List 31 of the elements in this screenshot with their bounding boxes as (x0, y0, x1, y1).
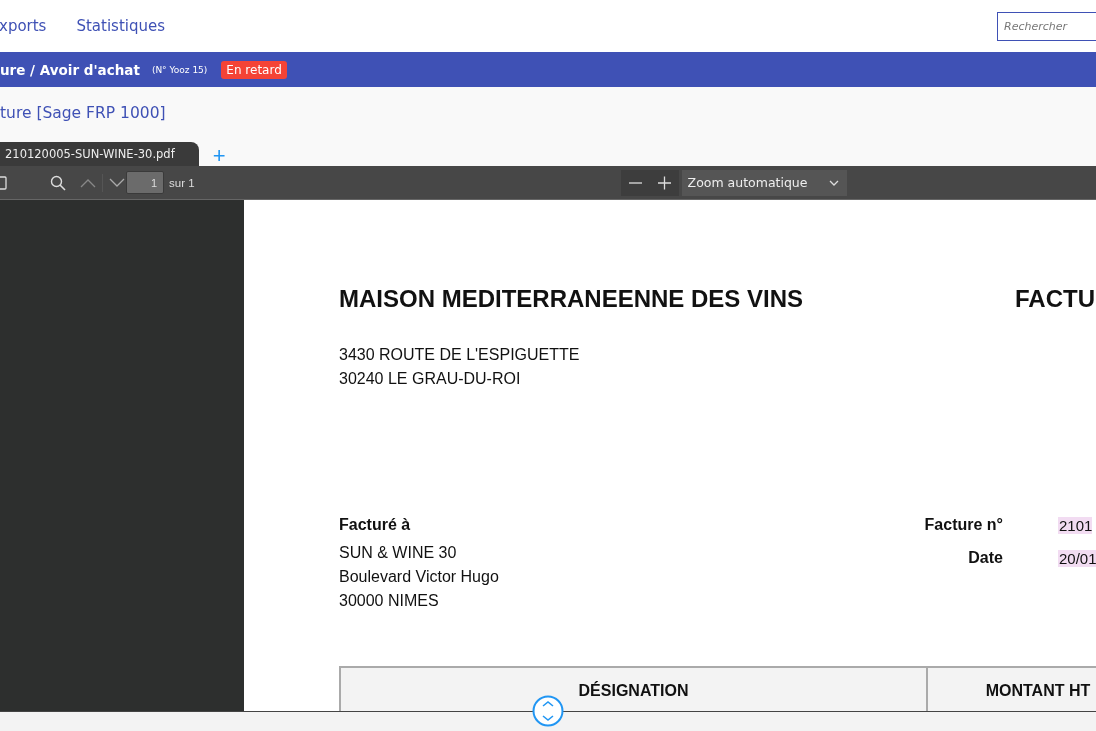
search-icon[interactable] (50, 174, 66, 191)
chevron-up-icon[interactable] (80, 177, 96, 188)
company-name: MAISON MEDITERRANEENNE DES VINS (339, 285, 805, 313)
zoom-select[interactable]: Zoom automatique (681, 169, 847, 196)
bill-to-line: 30000 NIMES (339, 591, 440, 611)
caret-icon (828, 179, 839, 186)
nav-link[interactable]: Statistiques (76, 17, 166, 35)
table-header: MONTANT HT (928, 668, 1096, 711)
table-header: DÉSIGNATION (341, 668, 928, 711)
resize-handle-icon[interactable] (532, 695, 564, 727)
sidebar-toggle-icon[interactable] (0, 175, 8, 190)
file-tab[interactable]: 210120005-SUN-WINE-30.pdf (0, 142, 199, 166)
field-label: Facture n° (923, 515, 1003, 535)
address-line: 30240 LE GRAU-DU-ROI (339, 369, 522, 389)
address-line: 3430 ROUTE DE L'ESPIGUETTE (339, 345, 581, 365)
page-title: ure / Avoir d'achat (0, 61, 140, 78)
document-type: FACTU (1015, 285, 1095, 313)
bill-to-label: Facturé à (339, 515, 412, 535)
nav-link[interactable]: xports (0, 17, 47, 35)
search-field[interactable]: Rechercher (997, 11, 1096, 41)
section-link[interactable]: ture [Sage FRP 1000] (0, 104, 166, 122)
status-badge: En retard (221, 60, 287, 79)
page-number-field[interactable]: 1 (126, 171, 164, 194)
bill-to-line: SUN & WINE 30 (339, 543, 458, 563)
document-number: (N° Yooz 15) (151, 64, 208, 75)
page-count: sur 1 (169, 176, 195, 189)
field-label: Date (967, 548, 1003, 568)
field-value: 20/01 (1058, 549, 1096, 567)
chevron-down-icon[interactable] (109, 177, 125, 188)
field-value: 2101 (1058, 516, 1093, 534)
bill-to-line: Boulevard Victor Hugo (339, 567, 500, 587)
